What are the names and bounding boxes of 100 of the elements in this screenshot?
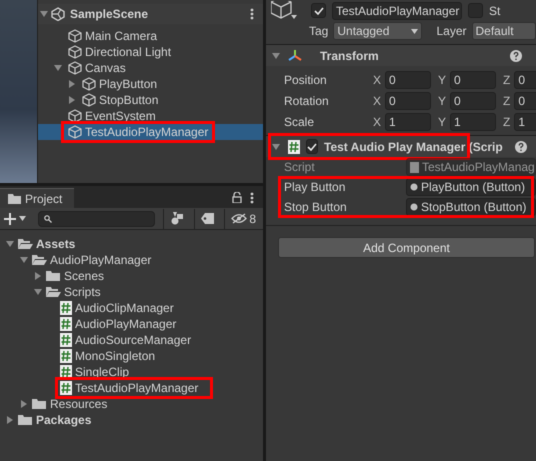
search-icon <box>44 214 52 222</box>
lock-icon[interactable] <box>232 192 242 203</box>
checkmark-icon <box>314 6 324 14</box>
tag-dropdown[interactable]: Untagged <box>333 22 422 40</box>
object-name: PlayButton <box>99 76 158 92</box>
static-checkbox[interactable] <box>468 3 483 18</box>
add-component-button[interactable]: Add Component <box>278 237 535 258</box>
cube-icon <box>82 93 96 107</box>
foldout-arrow-icon[interactable] <box>20 256 28 264</box>
script-asset[interactable]: MonoSingleton <box>58 348 160 364</box>
object-reference-field[interactable]: StopButton (Button) <box>406 198 536 216</box>
hierarchy-row[interactable]: Canvas <box>38 60 263 76</box>
script-hash-icon <box>60 333 72 347</box>
folder-item[interactable]: AudioPlayManager <box>30 252 156 268</box>
foldout-arrow-icon[interactable] <box>6 240 14 248</box>
object-name: StopButton <box>99 92 158 108</box>
property-label: Stop Button <box>284 199 348 216</box>
cube-icon <box>68 45 82 59</box>
script-hash-icon <box>60 301 72 315</box>
foldout-arrow-icon[interactable] <box>34 288 42 296</box>
property-label: Script <box>284 159 316 176</box>
help-icon[interactable] <box>510 50 522 62</box>
help-icon[interactable] <box>514 140 527 152</box>
number-field[interactable]: 0 <box>450 92 496 110</box>
object-dot-icon <box>410 183 418 191</box>
static-label: St <box>489 2 500 20</box>
axis-label: X <box>373 92 382 110</box>
open-folder-icon <box>18 238 33 250</box>
number-field[interactable]: 0 <box>514 92 536 110</box>
object-name: Canvas <box>85 60 126 76</box>
transform-axes-icon <box>288 49 302 62</box>
object-name-field[interactable]: TestAudioPlayManager <box>332 2 462 20</box>
unity-scene-icon <box>50 7 66 21</box>
create-menu-button[interactable] <box>4 212 26 224</box>
gameobject-cube-icon <box>271 0 299 20</box>
cube-icon <box>68 29 82 43</box>
script-asset[interactable]: SingleClip <box>58 364 134 380</box>
project-tab[interactable]: Project <box>0 188 74 208</box>
layer-label: Layer <box>436 23 466 40</box>
number-field[interactable]: 1 <box>514 112 536 130</box>
number-field[interactable]: 1 <box>385 112 432 130</box>
active-checkbox[interactable] <box>311 3 326 18</box>
foldout-arrow-icon[interactable] <box>68 80 76 88</box>
script-asset[interactable]: AudioClipManager <box>58 300 178 316</box>
hierarchy-row[interactable]: Directional Light <box>38 44 263 60</box>
component-enabled-checkbox[interactable] <box>306 139 318 154</box>
hierarchy-row[interactable]: StopButton <box>38 92 263 108</box>
object-reference-field[interactable]: PlayButton (Button) <box>406 178 536 196</box>
more-menu-icon[interactable] <box>250 192 254 204</box>
cube-icon <box>68 109 82 123</box>
script-asset[interactable]: TestAudioPlayManager <box>55 377 214 399</box>
tag-label: Tag <box>309 23 328 40</box>
script-hash-icon <box>60 381 72 395</box>
folder-icon <box>46 270 61 282</box>
number-field[interactable]: 0 <box>514 70 536 88</box>
foldout-arrow-icon[interactable] <box>34 272 42 280</box>
checkmark-icon <box>307 142 317 150</box>
axis-label: X <box>373 72 382 88</box>
layer-dropdown[interactable]: Default <box>472 22 536 40</box>
foldout-arrow-icon[interactable] <box>54 64 62 72</box>
search-field[interactable] <box>38 210 156 226</box>
object-name: TestAudioPlayManager <box>85 124 208 140</box>
hierarchy-row[interactable]: EventSystem <box>38 108 263 124</box>
axis-label: Y <box>438 114 446 130</box>
folder-item[interactable]: Scripts <box>44 284 105 300</box>
hierarchy-row[interactable]: TestAudioPlayManager <box>38 124 263 140</box>
property-label: Rotation <box>284 92 330 110</box>
property-label: Play Button <box>284 179 346 196</box>
foldout-arrow-icon[interactable] <box>20 400 28 408</box>
folder-icon <box>8 193 21 204</box>
property-label: Position <box>284 72 328 88</box>
hierarchy-row[interactable]: PlayButton <box>38 76 263 92</box>
number-field[interactable]: 0 <box>385 70 432 88</box>
folder-item[interactable]: Scenes <box>44 268 108 284</box>
foldout-arrow-icon[interactable] <box>272 142 280 150</box>
number-field[interactable]: 0 <box>450 70 496 88</box>
script-asset[interactable]: AudioPlayManager <box>58 316 180 332</box>
script-file-icon <box>410 162 419 172</box>
number-field[interactable]: 1 <box>450 112 496 130</box>
folder-item[interactable]: Packages <box>16 412 96 428</box>
tag-icon <box>201 213 214 224</box>
foldout-arrow-icon[interactable] <box>68 96 76 104</box>
caret-icon <box>411 28 418 34</box>
caret-icon <box>19 216 26 221</box>
script-hash-icon <box>60 317 72 331</box>
script-field: TestAudioPlayManag <box>406 158 536 176</box>
foldout-arrow-icon[interactable] <box>272 52 280 60</box>
folder-item[interactable]: Assets <box>16 236 80 252</box>
plus-icon <box>4 212 16 224</box>
folder-icon <box>18 414 33 426</box>
foldout-arrow-icon[interactable] <box>40 10 48 18</box>
foldout-arrow-icon[interactable] <box>6 416 14 424</box>
cube-icon <box>68 61 82 75</box>
hidden-packages-button[interactable]: 8 <box>224 208 259 228</box>
script-asset[interactable]: AudioSourceManager <box>58 332 196 348</box>
folder-item[interactable]: Resources <box>30 396 112 412</box>
axis-label: Z <box>503 114 510 130</box>
hierarchy-row[interactable]: Main Camera <box>38 28 263 44</box>
more-menu-icon[interactable] <box>250 8 254 20</box>
number-field[interactable]: 0 <box>385 92 432 110</box>
